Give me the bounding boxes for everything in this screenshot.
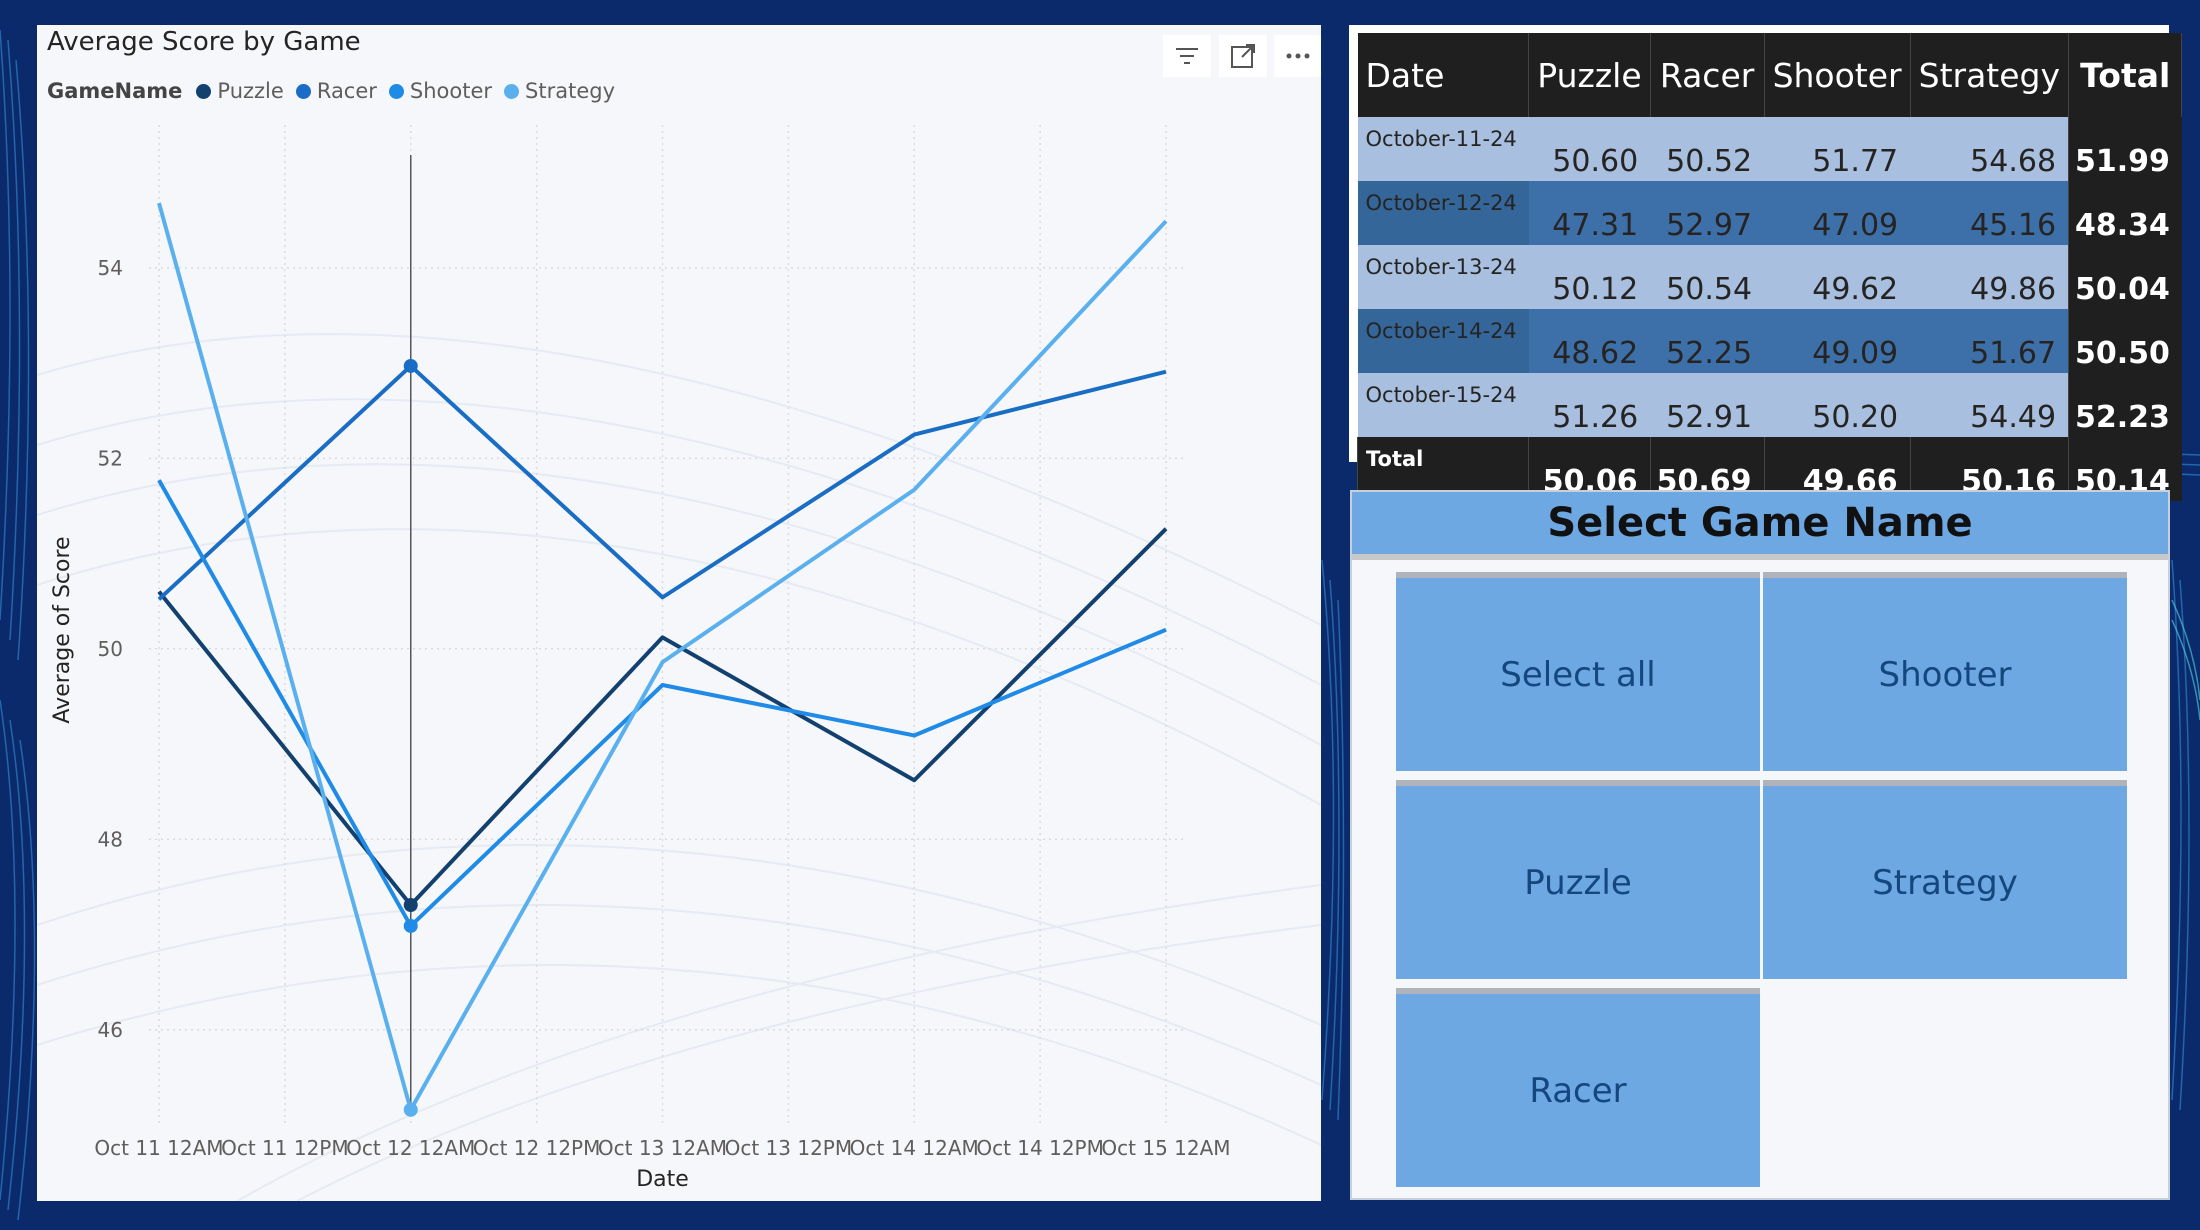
x-tick-label: Oct 13 12PM — [725, 1136, 853, 1160]
score-matrix-table: Date Puzzle Racer Shooter Strategy Total… — [1356, 33, 2183, 501]
cell-strategy: 54.68 — [1910, 117, 2069, 181]
y-tick-label: 52 — [98, 446, 123, 470]
cell-puzzle: 48.62 — [1528, 309, 1651, 373]
game-name-slicer: Select Game Name Select all Shooter Puzz… — [1350, 490, 2170, 1200]
cell-racer: 52.25 — [1650, 309, 1765, 373]
x-tick-label: Oct 11 12PM — [221, 1136, 349, 1160]
cell-total: 50.04 — [2068, 245, 2182, 309]
y-axis-title: Average of Score — [50, 536, 75, 723]
cell-shooter: 51.77 — [1764, 117, 1911, 181]
x-axis-title: Date — [636, 1167, 689, 1192]
cell-strategy: 49.86 — [1910, 245, 2069, 309]
cell-strategy: 54.49 — [1910, 373, 2069, 437]
cell-shooter: 47.09 — [1764, 181, 1911, 245]
slicer-title: Select Game Name — [1352, 492, 2168, 554]
chart-plot-area[interactable]: 4648505254Oct 11 12AMOct 11 12PMOct 12 1… — [37, 25, 1321, 1201]
slicer-option-select-all[interactable]: Select all — [1396, 572, 1760, 771]
x-tick-label: Oct 12 12PM — [473, 1136, 601, 1160]
column-header-shooter[interactable]: Shooter — [1764, 33, 1911, 117]
column-header-date[interactable]: Date — [1357, 33, 1530, 117]
slicer-divider — [1352, 554, 2168, 560]
row-date: October-15-24 — [1357, 373, 1529, 437]
cell-racer: 50.52 — [1650, 117, 1765, 181]
table-row: October-13-24 50.12 50.54 49.62 49.86 50… — [1357, 245, 2182, 309]
table-row: October-15-24 51.26 52.91 50.20 54.49 52… — [1357, 373, 2182, 437]
row-date: October-13-24 — [1357, 245, 1529, 309]
row-date: October-11-24 — [1357, 117, 1529, 181]
cell-puzzle: 51.26 — [1528, 373, 1651, 437]
y-tick-label: 50 — [98, 637, 123, 661]
x-tick-label: Oct 11 12AM — [94, 1136, 223, 1160]
x-tick-label: Oct 13 12AM — [598, 1136, 727, 1160]
cell-puzzle: 50.12 — [1528, 245, 1651, 309]
cell-racer: 52.91 — [1650, 373, 1765, 437]
y-tick-label: 48 — [98, 827, 123, 851]
table-header-row: Date Puzzle Racer Shooter Strategy Total — [1357, 33, 2183, 117]
x-tick-label: Oct 15 12AM — [1101, 1136, 1230, 1160]
cell-total: 50.50 — [2068, 309, 2182, 373]
cell-puzzle: 47.31 — [1528, 181, 1651, 245]
cell-shooter: 49.09 — [1764, 309, 1911, 373]
matrix-visual[interactable]: Date Puzzle Racer Shooter Strategy Total… — [1349, 25, 2183, 501]
column-header-puzzle[interactable]: Puzzle — [1528, 33, 1651, 117]
cell-puzzle: 50.60 — [1528, 117, 1651, 181]
slicer-option-strategy[interactable]: Strategy — [1763, 780, 2127, 979]
column-header-total[interactable]: Total — [2068, 33, 2183, 117]
cell-strategy: 51.67 — [1910, 309, 2069, 373]
y-tick-label: 46 — [98, 1018, 123, 1042]
cell-racer: 52.97 — [1650, 181, 1765, 245]
row-date: October-12-24 — [1357, 181, 1529, 245]
cell-shooter: 49.62 — [1764, 245, 1911, 309]
table-row: October-12-24 47.31 52.97 47.09 45.16 48… — [1357, 181, 2182, 245]
row-date: October-14-24 — [1357, 309, 1529, 373]
series-line-puzzle — [157, 527, 1168, 907]
table-row: October-14-24 48.62 52.25 49.09 51.67 50… — [1357, 309, 2182, 373]
data-point-shooter — [403, 918, 418, 933]
slicer-option-racer[interactable]: Racer — [1396, 988, 1760, 1187]
x-tick-label: Oct 14 12PM — [976, 1136, 1104, 1160]
y-tick-label: 54 — [98, 256, 123, 280]
series-line-strategy — [157, 202, 1168, 1112]
data-point-racer — [403, 358, 418, 373]
data-point-puzzle — [403, 898, 418, 912]
cell-strategy: 45.16 — [1910, 181, 2069, 245]
slicer-option-shooter[interactable]: Shooter — [1763, 572, 2127, 771]
x-tick-label: Oct 14 12AM — [850, 1136, 979, 1160]
column-header-strategy[interactable]: Strategy — [1910, 33, 2070, 117]
column-header-racer[interactable]: Racer — [1650, 33, 1765, 117]
cell-shooter: 50.20 — [1764, 373, 1911, 437]
cell-total: 48.34 — [2068, 181, 2182, 245]
table-row: October-11-24 50.60 50.52 51.77 54.68 51… — [1357, 117, 2182, 181]
data-point-strategy — [403, 1102, 418, 1117]
cell-total: 51.99 — [2068, 117, 2182, 181]
x-tick-label: Oct 12 12AM — [346, 1136, 475, 1160]
slicer-option-puzzle[interactable]: Puzzle — [1396, 780, 1760, 979]
cell-total: 52.23 — [2068, 373, 2182, 437]
series-line-shooter — [157, 479, 1167, 928]
line-chart-visual[interactable]: Average Score by Game GameName Puzzle Ra… — [37, 25, 1321, 1201]
cell-racer: 50.54 — [1650, 245, 1765, 309]
